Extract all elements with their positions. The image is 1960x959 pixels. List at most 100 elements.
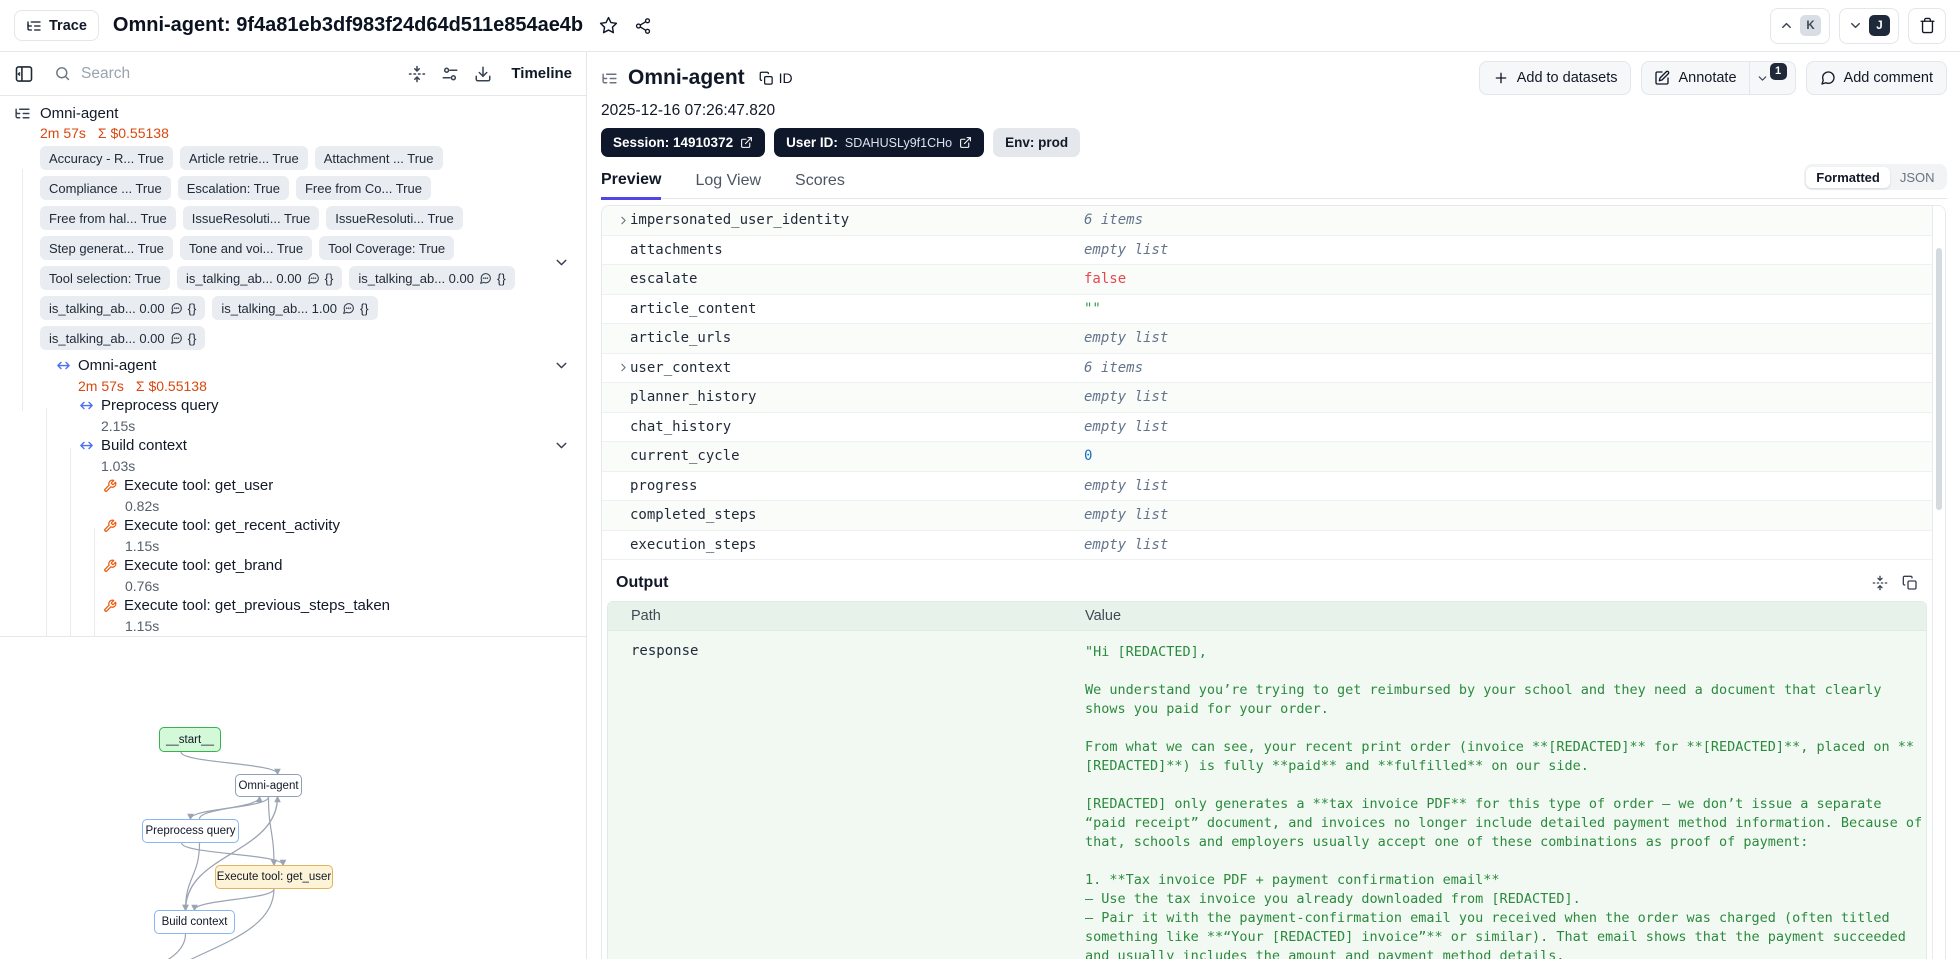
annotate-dropdown-button[interactable]: 1 — [1748, 62, 1795, 94]
tree-item[interactable]: Execute tool: get_brand 0.76s — [0, 556, 586, 596]
preview-row: chat_history empty list — [602, 413, 1932, 442]
add-comment-button[interactable]: Add comment — [1805, 61, 1947, 95]
trace-detail-panel: Omni-agent ID Add to datasets Annotate 1 — [588, 52, 1960, 959]
tree-item[interactable]: Build context 1.03s — [0, 436, 586, 476]
detail-tabs: Preview Log View Scores Formatted JSON — [601, 164, 1947, 200]
format-formatted[interactable]: Formatted — [1806, 166, 1890, 188]
top-bar: Trace Omni-agent: 9f4a81eb3df983f24d64d5… — [0, 0, 1960, 52]
response-key: response — [631, 643, 699, 659]
preview-row[interactable]: impersonated_user_identity 6 items — [602, 206, 1932, 236]
output-table: Path Value response "Hi [REDACTED], We u… — [607, 601, 1927, 959]
response-value: "Hi [REDACTED], We understand you’re try… — [1085, 644, 1923, 959]
preview-row: completed_steps empty list — [602, 501, 1932, 531]
score-badge[interactable]: Compliance ... True — [40, 176, 171, 200]
shortcut-key-k: K — [1800, 15, 1821, 36]
copy-icon — [759, 71, 774, 86]
chevron-down-icon — [556, 362, 567, 369]
collapse-node-icon[interactable] — [553, 437, 570, 454]
score-badge[interactable]: IssueResoluti... True — [326, 206, 463, 230]
download-icon[interactable] — [474, 65, 492, 83]
trace-tree: Omni-agent 2m 57s Σ $0.55138 Accuracy - … — [0, 96, 586, 637]
tree-item-root[interactable]: Omni-agent 2m 57s Σ $0.55138 — [0, 96, 586, 143]
score-badge[interactable]: is_talking_ab... 0.00{} — [349, 266, 515, 290]
score-badge[interactable]: is_talking_ab... 1.00{} — [212, 296, 378, 320]
comment-bubble-icon — [343, 302, 354, 314]
score-badge[interactable]: is_talking_ab... 0.00{} — [40, 296, 206, 320]
span-icon — [80, 401, 93, 410]
tab-scores[interactable]: Scores — [795, 172, 845, 198]
score-badge[interactable]: Step generat... True — [40, 236, 173, 260]
collapse-panel-icon[interactable] — [14, 64, 34, 84]
collapse-badges-icon[interactable] — [553, 254, 570, 271]
list-tree-icon — [601, 70, 618, 87]
copy-icon[interactable] — [1902, 575, 1918, 591]
score-badge[interactable]: Tool selection: True — [40, 266, 171, 290]
tab-preview[interactable]: Preview — [601, 171, 662, 200]
comment-bubble-icon — [170, 302, 182, 314]
scrollbar-thumb[interactable] — [1936, 248, 1942, 510]
trace-breadcrumb[interactable]: Trace — [14, 10, 99, 41]
preview-scrollbar[interactable] — [1932, 206, 1945, 959]
delete-trace-button[interactable] — [1908, 7, 1946, 44]
timeline-toggle[interactable]: Timeline — [511, 65, 572, 82]
chevron-up-icon — [1779, 18, 1794, 33]
tree-item[interactable]: Preprocess query 2.15s — [0, 396, 586, 436]
score-badge[interactable]: Free from hal... True — [40, 206, 176, 230]
trace-timestamp: 2025-12-16 07:26:47.820 — [601, 102, 776, 119]
trace-title: Omni-agent: 9f4a81eb3df983f24d64d511e854… — [112, 14, 584, 36]
preview-row: progress empty list — [602, 472, 1932, 501]
score-badge[interactable]: Accuracy - R... True — [40, 146, 173, 170]
tree-item[interactable]: Execute tool: get_user 0.82s — [0, 476, 586, 516]
next-trace-button[interactable]: J — [1839, 7, 1899, 44]
score-badge[interactable]: Tone and voi... True — [179, 236, 313, 260]
annotation-count-badge: 1 — [1769, 62, 1787, 80]
format-json[interactable]: JSON — [1890, 167, 1945, 188]
score-badge[interactable]: is_talking_ab... 0.00{} — [177, 266, 343, 290]
graph-node-build-context[interactable]: Build context — [154, 910, 235, 934]
score-badge[interactable]: IssueResoluti... True — [182, 206, 320, 230]
copy-id-button[interactable]: ID — [759, 70, 793, 86]
add-to-datasets-button[interactable]: Add to datasets — [1478, 61, 1632, 95]
settings-icon[interactable] — [441, 65, 459, 83]
chevron-down-icon — [556, 442, 567, 449]
format-toggle: Formatted JSON — [1803, 164, 1947, 190]
score-badge[interactable]: is_talking_ab... 0.00{} — [40, 326, 206, 350]
expand-icon[interactable] — [1872, 575, 1888, 591]
comment-bubble-icon — [480, 272, 491, 284]
graph-node--start-[interactable]: __start__ — [159, 727, 221, 752]
score-badge[interactable]: Tool Coverage: True — [319, 236, 455, 260]
output-row: response "Hi [REDACTED], We understand y… — [608, 631, 1926, 959]
agent-graph: __start__ Omni-agent Preprocess query Execu… — [0, 637, 586, 959]
tab-log-view[interactable]: Log View — [695, 172, 761, 198]
prev-trace-button[interactable]: K — [1770, 7, 1830, 44]
user-id-pill[interactable]: User ID: SDAHUSLy9f1CHo — [774, 128, 985, 157]
preview-pane: impersonated_user_identity 6 items attachm… — [601, 205, 1946, 959]
annotate-button[interactable]: Annotate — [1642, 62, 1748, 94]
tree-item[interactable]: Omni-agent 2m 57s Σ $0.55138 — [0, 356, 586, 396]
score-badge[interactable]: Attachment ... True — [314, 146, 443, 170]
path-header: Path — [631, 608, 661, 624]
root-name: Omni-agent — [40, 104, 119, 122]
score-badge[interactable]: Escalation: True — [177, 176, 289, 200]
chevron-down-icon — [1848, 18, 1863, 33]
star-icon[interactable] — [599, 16, 618, 35]
wrench-icon — [104, 519, 117, 532]
graph-node-omni-agent[interactable]: Omni-agent — [235, 774, 302, 797]
graph-node-preprocess-query[interactable]: Preprocess query — [142, 819, 239, 843]
graph-node-execute-tool-get-user[interactable]: Execute tool: get_user — [215, 865, 333, 889]
wrench-icon — [104, 559, 117, 572]
fold-all-icon[interactable] — [408, 65, 426, 83]
trace-label: Trace — [49, 17, 87, 34]
user-id-value: SDAHUSLy9f1CHo — [844, 135, 953, 150]
tree-item[interactable]: Execute tool: get_recent_activity 1.15s — [0, 516, 586, 556]
collapse-node-icon[interactable] — [553, 357, 570, 374]
share-icon[interactable] — [634, 17, 652, 35]
session-pill[interactable]: Session: 14910372 — [601, 128, 766, 157]
preview-row: attachments empty list — [602, 236, 1932, 265]
search-input[interactable] — [81, 64, 331, 83]
score-badge[interactable]: Article retrie... True — [179, 146, 308, 170]
score-badge[interactable]: Free from Co... True — [295, 176, 431, 200]
tree-item[interactable]: Execute tool: get_previous_steps_taken 1.… — [0, 596, 586, 636]
preview-row[interactable]: user_context 6 items — [602, 354, 1932, 383]
preview-row: escalate false — [602, 265, 1932, 295]
